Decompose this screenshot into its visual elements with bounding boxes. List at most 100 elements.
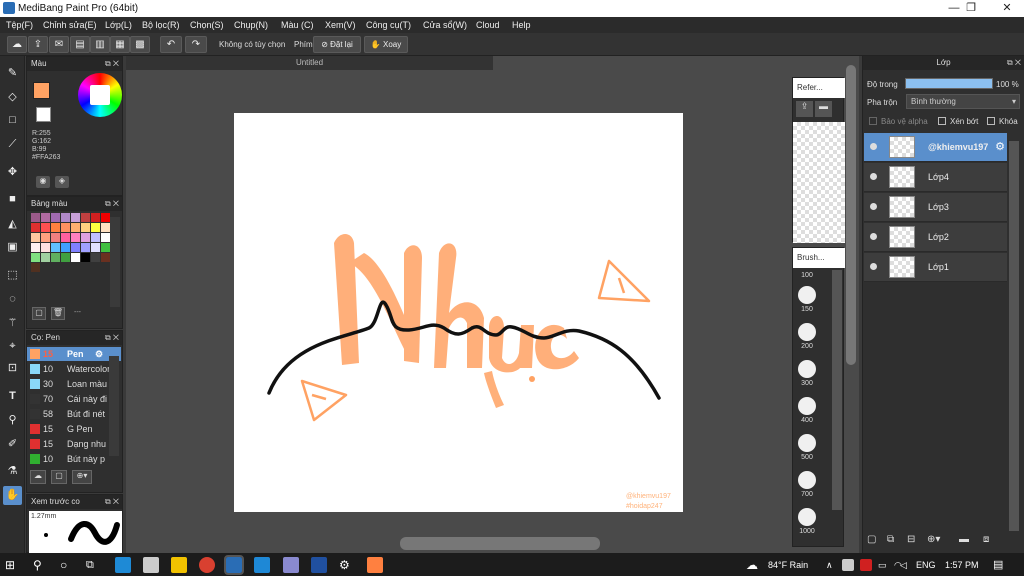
- palette-swatch[interactable]: [61, 243, 70, 252]
- gear-icon[interactable]: ⚙: [995, 140, 1005, 153]
- palette-swatch[interactable]: [71, 243, 80, 252]
- palette-swatch[interactable]: [51, 233, 60, 242]
- palette-swatch[interactable]: [61, 233, 70, 242]
- palette-swatch[interactable]: [91, 233, 100, 242]
- document-tab[interactable]: Untitled: [126, 56, 493, 70]
- panel-close-icon[interactable]: ⧉ ✕: [1007, 56, 1021, 70]
- medibang-icon[interactable]: [224, 555, 244, 575]
- palette-swatch[interactable]: [61, 223, 70, 232]
- chrome-icon[interactable]: [199, 557, 215, 573]
- menu-capture[interactable]: Chụp(N): [234, 20, 268, 30]
- clock[interactable]: 1:57 PM: [945, 560, 979, 570]
- menu-edit[interactable]: Chỉnh sửa(E): [43, 20, 97, 30]
- eye-icon[interactable]: [870, 203, 877, 210]
- eye-icon[interactable]: [870, 233, 877, 240]
- palette-swatch[interactable]: [101, 223, 110, 232]
- color-wheel-square[interactable]: [90, 85, 110, 105]
- color-mode-icon[interactable]: ◉: [36, 176, 50, 188]
- language-indicator[interactable]: ENG: [916, 560, 936, 570]
- edge-icon[interactable]: [115, 557, 131, 573]
- copy-layer-icon[interactable]: ⧉: [887, 534, 894, 545]
- palette-swatch[interactable]: [71, 213, 80, 222]
- palette-swatch[interactable]: [101, 233, 110, 242]
- clip-checkbox[interactable]: [938, 117, 946, 125]
- camera-icon[interactable]: [283, 557, 299, 573]
- palette-swatch[interactable]: [61, 213, 70, 222]
- palette-swatch[interactable]: [41, 253, 50, 262]
- lasso-tool-icon[interactable]: ◌: [3, 290, 22, 309]
- palette-swatch[interactable]: [91, 213, 100, 222]
- gradient-tool-icon[interactable]: ▣: [3, 238, 22, 257]
- palette-swatch[interactable]: [101, 213, 110, 222]
- palette-swatch[interactable]: [61, 253, 70, 262]
- palette-scrollbar[interactable]: [110, 217, 120, 307]
- panel-close-icon[interactable]: ⧉ ✕: [105, 197, 119, 211]
- line-tool-icon[interactable]: ⟋: [3, 135, 22, 154]
- operation-tool-icon[interactable]: ⚲: [3, 411, 22, 430]
- color-picker-icon[interactable]: ◈: [55, 176, 69, 188]
- lock-checkbox[interactable]: [987, 117, 995, 125]
- palette-swatch[interactable]: [71, 223, 80, 232]
- folder-icon[interactable]: ▬: [959, 534, 969, 545]
- foreground-color-swatch[interactable]: [33, 82, 50, 99]
- reference-upload-icon[interactable]: ⇪: [796, 101, 813, 117]
- settings-icon[interactable]: ⚙: [339, 557, 355, 573]
- palette-swatch[interactable]: [91, 253, 100, 262]
- menu-layer[interactable]: Lớp(L): [105, 20, 132, 30]
- palette-swatch[interactable]: [31, 223, 40, 232]
- page-icon[interactable]: ▥: [90, 36, 110, 53]
- delete-icon[interactable]: 🗑: [51, 307, 65, 320]
- redo-icon[interactable]: ↷: [185, 36, 207, 53]
- palette-swatch[interactable]: [81, 223, 90, 232]
- battery-icon[interactable]: ▭: [878, 560, 887, 571]
- layer-row[interactable]: Lớp1: [864, 253, 1007, 282]
- tray-app-icon[interactable]: [842, 559, 854, 571]
- eye-icon[interactable]: [870, 263, 877, 270]
- palette-swatch[interactable]: [91, 243, 100, 252]
- palette-swatch[interactable]: [51, 223, 60, 232]
- brush-size-item[interactable]: 300: [795, 360, 819, 387]
- blend-mode-select[interactable]: Bình thường ▾: [906, 94, 1020, 109]
- gear-icon[interactable]: ⚙: [95, 347, 103, 361]
- close-button[interactable]: ✕: [990, 0, 1024, 17]
- store-icon[interactable]: [143, 557, 159, 573]
- brush-size-item[interactable]: 150: [795, 286, 819, 313]
- select-rect-icon[interactable]: ⬚: [3, 266, 22, 285]
- tile-icon[interactable]: ▩: [130, 36, 150, 53]
- menu-help[interactable]: Help: [512, 20, 531, 30]
- vertical-scrollbar[interactable]: [846, 65, 856, 365]
- palette-swatch[interactable]: [41, 233, 50, 242]
- eye-icon[interactable]: [870, 173, 877, 180]
- brush-item[interactable]: 15 G Pen: [27, 422, 121, 436]
- task-view-icon[interactable]: ⧉: [86, 557, 102, 573]
- menu-window[interactable]: Cửa sổ(W): [423, 20, 467, 30]
- menu-select[interactable]: Chọn(S): [190, 20, 224, 30]
- rotate-button[interactable]: ✋ Xoay: [364, 36, 408, 53]
- palette-swatch[interactable]: [31, 263, 40, 272]
- menu-view[interactable]: Xem(V): [325, 20, 356, 30]
- bucket-tool-icon[interactable]: ◭: [3, 215, 22, 234]
- opacity-slider[interactable]: [905, 78, 993, 89]
- menu-file[interactable]: Tệp(F): [6, 20, 33, 30]
- layer-options-icon[interactable]: ⧈: [983, 534, 989, 545]
- upload-icon[interactable]: ⇪: [28, 36, 48, 53]
- brush-scrollbar[interactable]: [109, 356, 119, 456]
- reset-button[interactable]: ⊘ Đặt lại: [313, 36, 361, 53]
- select-eraser-icon[interactable]: ⊡: [3, 359, 22, 378]
- eyedropper-tool-icon[interactable]: ⚗: [3, 462, 22, 481]
- brush-size-item[interactable]: 100: [795, 270, 819, 279]
- notifications-icon[interactable]: ▤: [993, 558, 1003, 571]
- new-palette-icon[interactable]: ▢: [32, 307, 46, 320]
- palette-swatch[interactable]: [31, 253, 40, 262]
- palette-swatch[interactable]: [31, 213, 40, 222]
- layer-row[interactable]: Lớp4: [864, 163, 1007, 192]
- menu-filter[interactable]: Bộ lọc(R): [142, 20, 180, 30]
- grid-icon[interactable]: ▦: [110, 36, 130, 53]
- menu-color[interactable]: Màu (C): [281, 20, 314, 30]
- palette-swatch[interactable]: [81, 233, 90, 242]
- hand-tool-icon[interactable]: ✋: [3, 486, 22, 505]
- chat-icon[interactable]: ✉: [49, 36, 69, 53]
- palette-swatch[interactable]: [91, 223, 100, 232]
- brush-item[interactable]: 10 Watercolor: [27, 362, 121, 376]
- maximize-button[interactable]: ❐: [954, 0, 988, 17]
